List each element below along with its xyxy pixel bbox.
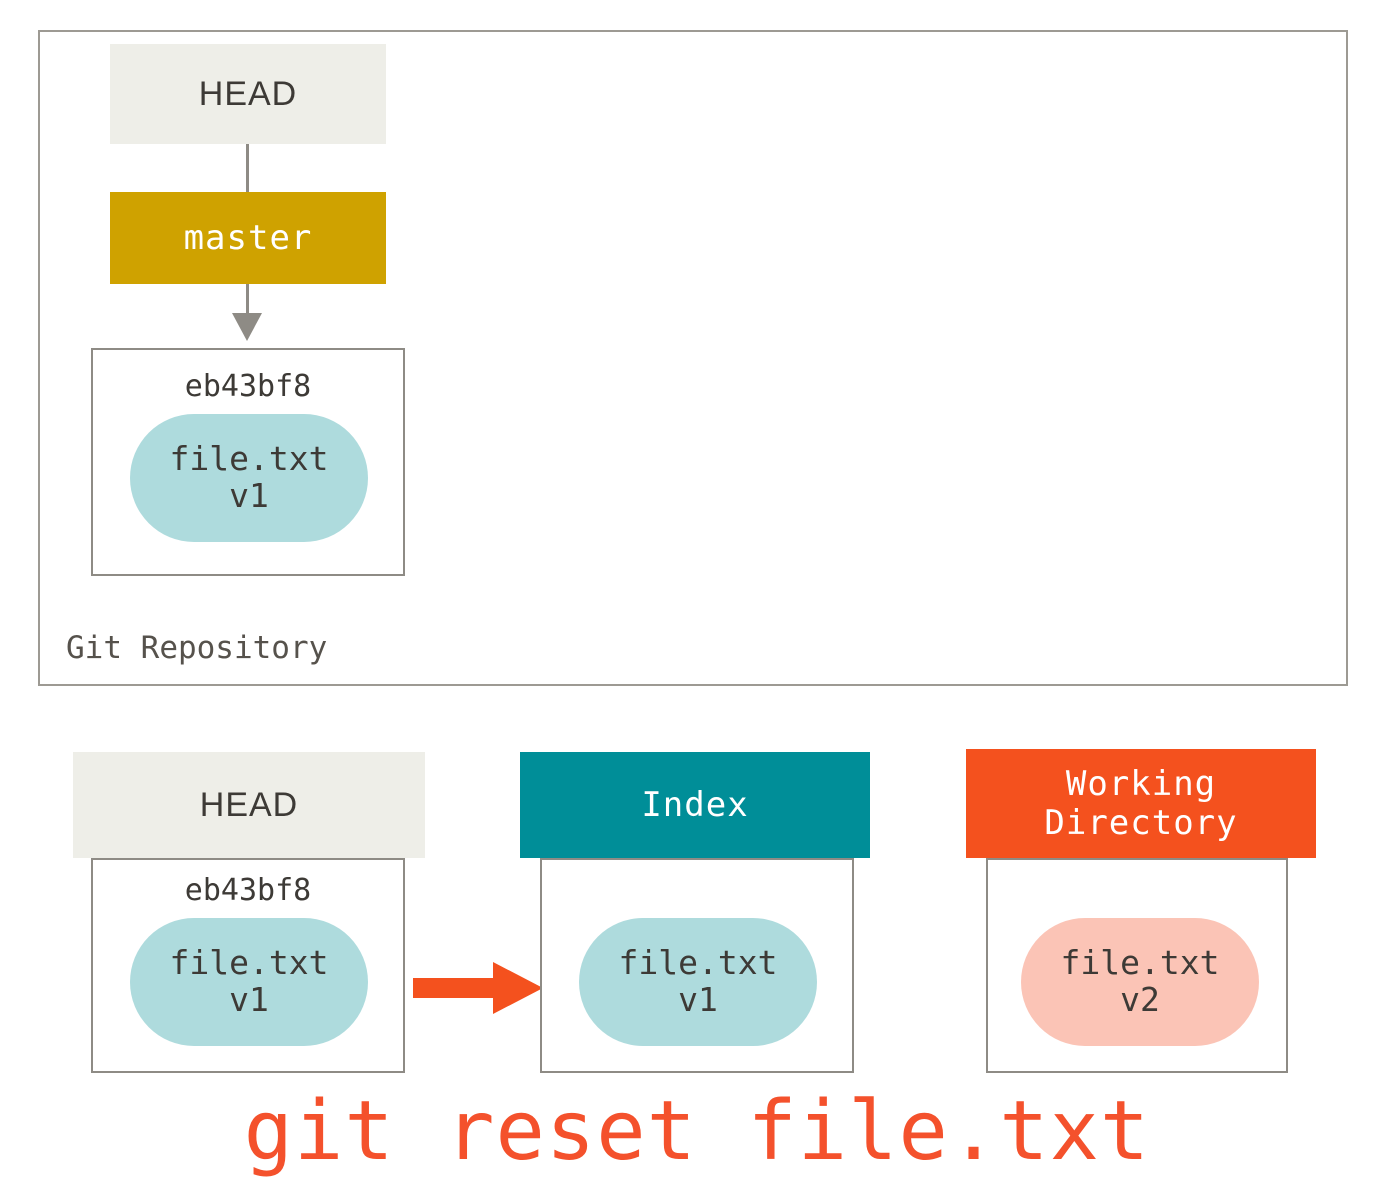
wd-header-line1: Working — [1065, 763, 1217, 804]
commit-blob-name: file.txt — [169, 439, 329, 479]
diagram-canvas: HEAD master eb43bf8 file.txt v1 Git Repo… — [0, 0, 1394, 1180]
area-body-head: eb43bf8 file.txt v1 — [91, 858, 405, 1073]
command-caption: git reset file.txt — [243, 1084, 1151, 1179]
working-directory-blob-version: v2 — [1120, 980, 1160, 1019]
area-body-index: file.txt v1 — [540, 858, 854, 1073]
head-blob-name: file.txt — [169, 943, 329, 983]
index-blob-name: file.txt — [618, 943, 778, 983]
master-branch-box: master — [110, 192, 386, 284]
commit-blob: file.txt v1 — [130, 414, 368, 542]
wd-header-line2: Directory — [1044, 802, 1238, 843]
area-header-index: Index — [520, 752, 870, 858]
index-blob: file.txt v1 — [579, 918, 817, 1046]
head-sha-label: eb43bf8 — [184, 873, 312, 908]
head-blob-version: v1 — [229, 980, 269, 1019]
repo-head-pointer-label: HEAD — [198, 74, 298, 113]
commit-box: eb43bf8 file.txt v1 — [91, 348, 405, 576]
area-header-working-directory-label: Working Directory — [1044, 763, 1238, 843]
arrow-right-icon — [493, 962, 543, 1014]
index-blob-version: v1 — [678, 980, 718, 1019]
head-blob: file.txt v1 — [130, 918, 368, 1046]
area-header-head-label: HEAD — [199, 785, 299, 824]
working-directory-blob-name: file.txt — [1060, 943, 1220, 983]
arrow-down-icon — [232, 313, 262, 341]
git-repository-label: Git Repository — [66, 630, 328, 666]
area-header-head: HEAD — [73, 752, 425, 858]
repo-head-pointer-box: HEAD — [110, 44, 386, 144]
connector-head-to-master — [246, 144, 249, 194]
master-branch-label: master — [183, 218, 313, 258]
commit-blob-version: v1 — [229, 476, 269, 515]
area-header-index-label: Index — [641, 784, 749, 825]
commit-sha-label: eb43bf8 — [184, 369, 312, 404]
working-directory-blob: file.txt v2 — [1021, 918, 1259, 1046]
area-header-working-directory: Working Directory — [966, 749, 1316, 858]
area-body-working-directory: file.txt v2 — [986, 858, 1288, 1073]
